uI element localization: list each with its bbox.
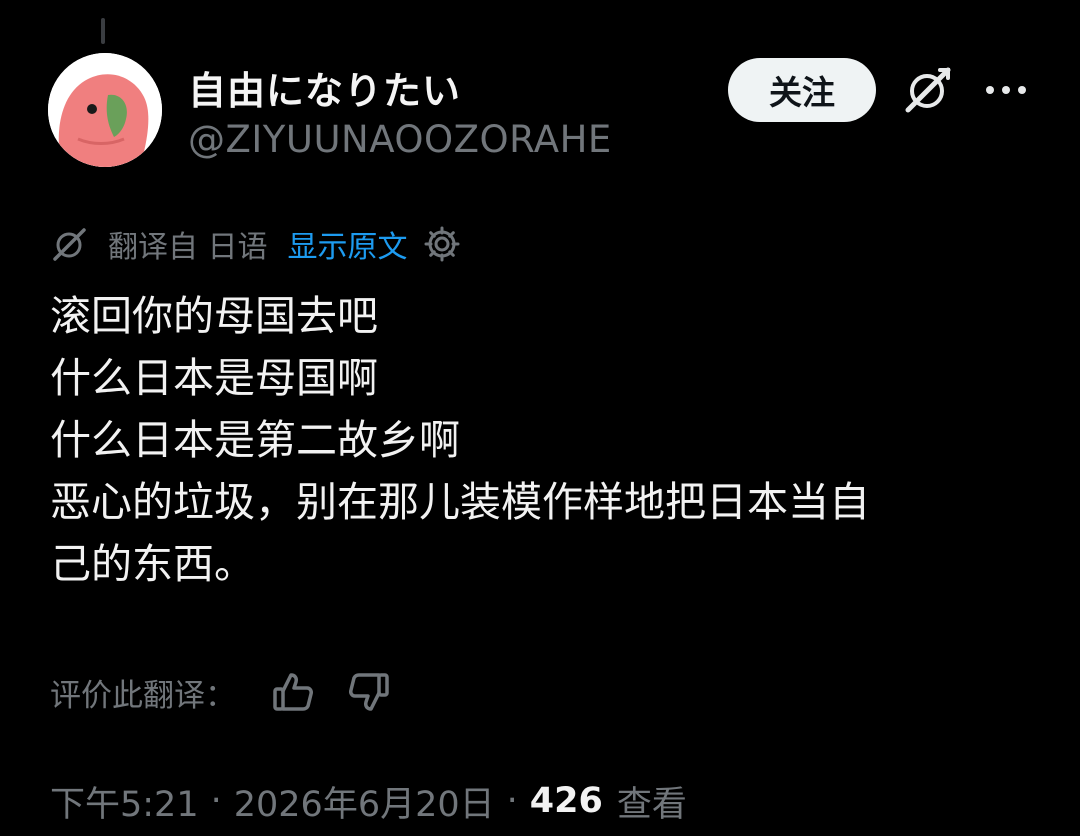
grok-icon [50,224,90,264]
show-original-link[interactable]: 显示原文 [288,222,408,266]
tweet-line: 滚回你的母国去吧 [50,292,378,340]
tweet-meta: 下午5:21 · 2026年6月20日 · 426 查看 [50,776,687,826]
rate-translation: 评价此翻译： [50,664,392,720]
tweet-line: 什么日本是第二故乡啊 [50,416,460,464]
follow-button[interactable]: 关注 [728,58,876,122]
tweet-date[interactable]: 2026年6月20日 [234,776,495,827]
rate-translation-label: 评价此翻译： [50,677,236,714]
tweet-time[interactable]: 下午5:21 [50,776,199,827]
tweet-line: 恶心的垃圾，别在那儿装模作样地把日本当自 [50,478,870,526]
gear-icon[interactable] [422,224,462,264]
translated-from-label: 翻译自 日语 [108,230,268,265]
translation-info: 翻译自 日语 显示原文 [50,222,462,266]
user-handle[interactable]: @ZIYUUNAOOZORAHE [188,118,612,161]
tweet-text: 滚回你的母国去吧 什么日本是母国啊 什么日本是第二故乡啊 恶心的垃圾，别在那儿装… [50,285,1040,595]
views-label: 查看 [616,784,687,825]
thumbs-down-icon[interactable] [346,669,392,715]
display-name[interactable]: 自由になりたい [188,60,461,115]
separator-dot: · [210,781,222,821]
separator-dot: · [506,781,518,821]
more-icon[interactable] [980,72,1036,108]
views-count[interactable]: 426 [530,781,603,821]
avatar[interactable] [48,53,162,167]
thread-line [101,18,105,44]
tweet-line: 什么日本是母国啊 [50,354,378,402]
parrot-avatar-image [48,53,162,167]
grok-icon[interactable] [900,62,956,118]
tweet-line: 己的东西。 [50,540,255,588]
thumbs-up-icon[interactable] [270,669,316,715]
